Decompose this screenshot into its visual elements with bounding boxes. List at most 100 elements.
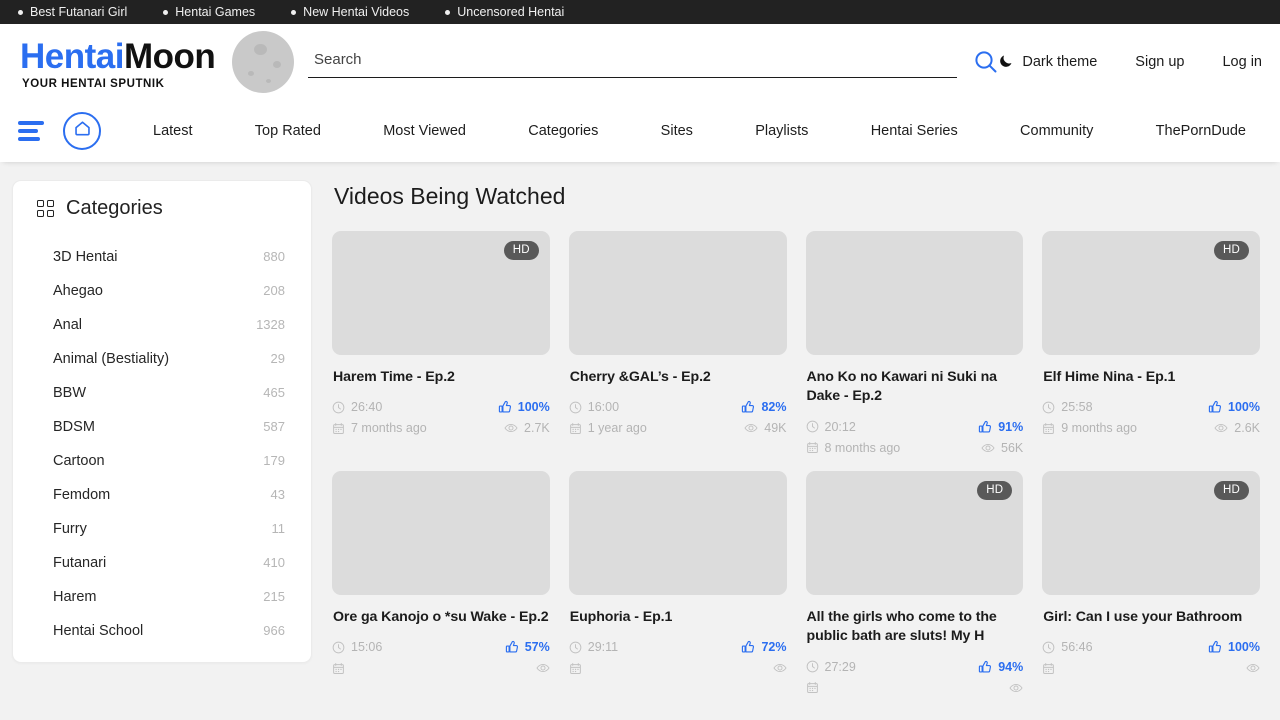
video-meta: 26:40 100% 7 months ago 2.7K xyxy=(332,400,550,435)
video-date: 1 year ago xyxy=(569,421,742,435)
video-grid: HD Harem Time - Ep.2 26:40 100% 7 months ago… xyxy=(332,231,1260,695)
video-views-label: 2.6K xyxy=(1234,421,1260,436)
hamburger-icon[interactable] xyxy=(18,121,46,141)
sidebar-item-3d-hentai[interactable]: 3D Hentai 880 xyxy=(35,240,289,274)
site-logo[interactable]: HentaiMoon YOUR HENTAI SPUTNIK xyxy=(20,30,294,94)
calendar-icon xyxy=(569,422,582,435)
sidebar-item-label: Futanari xyxy=(53,555,107,571)
video-card[interactable]: HD Harem Time - Ep.2 26:40 100% 7 months ago… xyxy=(332,231,550,455)
sidebar-item-bdsm[interactable]: BDSM 587 xyxy=(35,410,289,444)
thumbs-up-icon xyxy=(1208,640,1222,654)
video-card[interactable]: Ano Ko no Kawari ni Suki na Dake - Ep.2 2… xyxy=(805,231,1024,455)
video-rating: 100% xyxy=(1208,640,1260,654)
sidebar-item-bbw[interactable]: BBW 465 xyxy=(35,376,289,410)
hd-badge: HD xyxy=(1213,480,1249,500)
categories-sidebar: Categories 3D Hentai 880 Ahegao 208 Anal 1328… xyxy=(12,180,312,663)
calendar-icon xyxy=(1042,662,1055,675)
sidebar-item-hentai-school[interactable]: Hentai School 966 xyxy=(35,614,289,648)
video-thumbnail[interactable] xyxy=(568,231,787,355)
sidebar-item-harem[interactable]: Harem 215 xyxy=(35,580,289,614)
sidebar-item-furry[interactable]: Furry 11 xyxy=(35,512,289,546)
nav-item-categories[interactable]: Categories xyxy=(528,123,598,139)
sidebar-item-label: Cartoon xyxy=(53,453,105,469)
home-button[interactable] xyxy=(63,112,101,150)
video-card[interactable]: HD Elf Hime Nina - Ep.1 25:58 100% 9 months … xyxy=(1042,231,1260,455)
dark-theme-label: Dark theme xyxy=(1022,54,1098,70)
video-title: Elf Hime Nina - Ep.1 xyxy=(1043,369,1176,385)
video-views-label: 2.7K xyxy=(524,421,550,436)
nav-links: Latest Top Rated Most Viewed Categories … xyxy=(113,123,1280,139)
thumbs-up-icon xyxy=(1208,400,1222,414)
video-thumbnail[interactable] xyxy=(805,231,1024,355)
eye-icon xyxy=(981,441,995,455)
video-thumbnail[interactable] xyxy=(332,470,550,595)
topbar-link-label: Best Futanari Girl xyxy=(30,5,128,19)
nav-item-sites[interactable]: Sites xyxy=(661,123,693,139)
site-header: HentaiMoon YOUR HENTAI SPUTNIK Dark them… xyxy=(0,24,1280,100)
video-thumbnail[interactable] xyxy=(568,470,787,595)
sidebar-item-label: BBW xyxy=(53,385,87,401)
sidebar-item-count: 880 xyxy=(263,249,285,264)
sidebar-item-cartoon[interactable]: Cartoon 179 xyxy=(35,444,289,478)
search-input[interactable] xyxy=(308,46,958,78)
main-content: Videos Being Watched HD Harem Time - Ep.2… xyxy=(332,180,1260,720)
nav-item-theporndude[interactable]: ThePornDude xyxy=(1156,123,1246,139)
video-views-label: 56K xyxy=(1001,440,1024,455)
sidebar-item-count: 587 xyxy=(263,419,285,434)
video-thumbnail[interactable]: HD xyxy=(1042,231,1260,355)
clock-icon xyxy=(569,641,582,654)
nav-item-hentai-series[interactable]: Hentai Series xyxy=(871,123,958,139)
nav-item-top-rated[interactable]: Top Rated xyxy=(255,123,321,139)
thumbs-up-icon xyxy=(978,660,992,674)
sidebar-item-futanari[interactable]: Futanari 410 xyxy=(35,546,289,580)
sidebar-item-ahegao[interactable]: Ahegao 208 xyxy=(35,274,289,308)
video-card[interactable]: Cherry &GAL’s - Ep.2 16:00 82% 1 year ago 49… xyxy=(568,231,787,455)
topbar-link-1[interactable]: Hentai Games xyxy=(163,5,255,19)
video-views: 2.7K xyxy=(504,421,550,435)
topbar-link-2[interactable]: New Hentai Videos xyxy=(291,5,409,19)
video-card[interactable]: HD Girl: Can I use your Bathroom 56:46 100% xyxy=(1042,470,1260,695)
sidebar-item-label: Animal (Bestiality) xyxy=(53,351,170,367)
video-meta: 25:58 100% 9 months ago 2.6K xyxy=(1042,400,1260,435)
sidebar-item-animal-bestiality[interactable]: Animal (Bestiality) 29 xyxy=(35,342,289,376)
calendar-icon xyxy=(806,441,819,454)
signup-link[interactable]: Sign up xyxy=(1135,54,1184,70)
logo-secondary: Moon xyxy=(123,37,216,76)
topbar-link-3[interactable]: Uncensored Hentai xyxy=(445,5,564,19)
video-card[interactable]: HD All the girls who come to the public b… xyxy=(805,470,1024,695)
dark-theme-toggle[interactable]: Dark theme xyxy=(999,53,1097,72)
sidebar-item-label: BDSM xyxy=(53,419,95,435)
clock-icon xyxy=(332,641,345,654)
video-thumbnail[interactable]: HD xyxy=(1042,470,1260,595)
nav-item-latest[interactable]: Latest xyxy=(153,123,193,139)
sidebar-item-label: Harem xyxy=(53,589,97,605)
nav-item-most-viewed[interactable]: Most Viewed xyxy=(383,123,466,139)
sidebar-item-label: Furry xyxy=(53,521,87,537)
login-link[interactable]: Log in xyxy=(1222,54,1262,70)
video-thumbnail[interactable]: HD xyxy=(332,231,550,355)
video-title: Euphoria - Ep.1 xyxy=(569,608,673,625)
video-card[interactable]: Euphoria - Ep.1 29:11 72% xyxy=(568,470,787,695)
video-thumbnail[interactable]: HD xyxy=(805,470,1024,595)
video-duration: 15:06 xyxy=(332,640,505,654)
sidebar-item-count: 208 xyxy=(263,283,285,298)
thumbs-up-icon xyxy=(741,640,755,654)
hd-badge: HD xyxy=(1213,241,1249,260)
video-views xyxy=(772,661,787,675)
video-duration-label: 15:06 xyxy=(351,640,383,655)
moon-icon xyxy=(999,53,1014,72)
hamburger-bar xyxy=(18,129,38,133)
home-icon xyxy=(73,119,92,143)
search-icon[interactable] xyxy=(973,49,999,75)
video-rating-label: 72% xyxy=(761,640,787,655)
eye-icon xyxy=(536,661,550,675)
nav-item-community[interactable]: Community xyxy=(1020,123,1093,139)
video-card[interactable]: Ore ga Kanojo o *su Wake - Ep.2 15:06 57% xyxy=(332,470,550,695)
sidebar-item-femdom[interactable]: Femdom 43 xyxy=(35,478,289,512)
topbar-link-0[interactable]: Best Futanari Girl xyxy=(18,5,127,19)
sidebar-item-label: Hentai School xyxy=(53,623,144,639)
nav-item-playlists[interactable]: Playlists xyxy=(755,123,808,139)
video-duration: 16:00 xyxy=(569,400,742,414)
sidebar-item-anal[interactable]: Anal 1328 xyxy=(35,308,289,342)
video-views-label: 49K xyxy=(764,421,787,436)
